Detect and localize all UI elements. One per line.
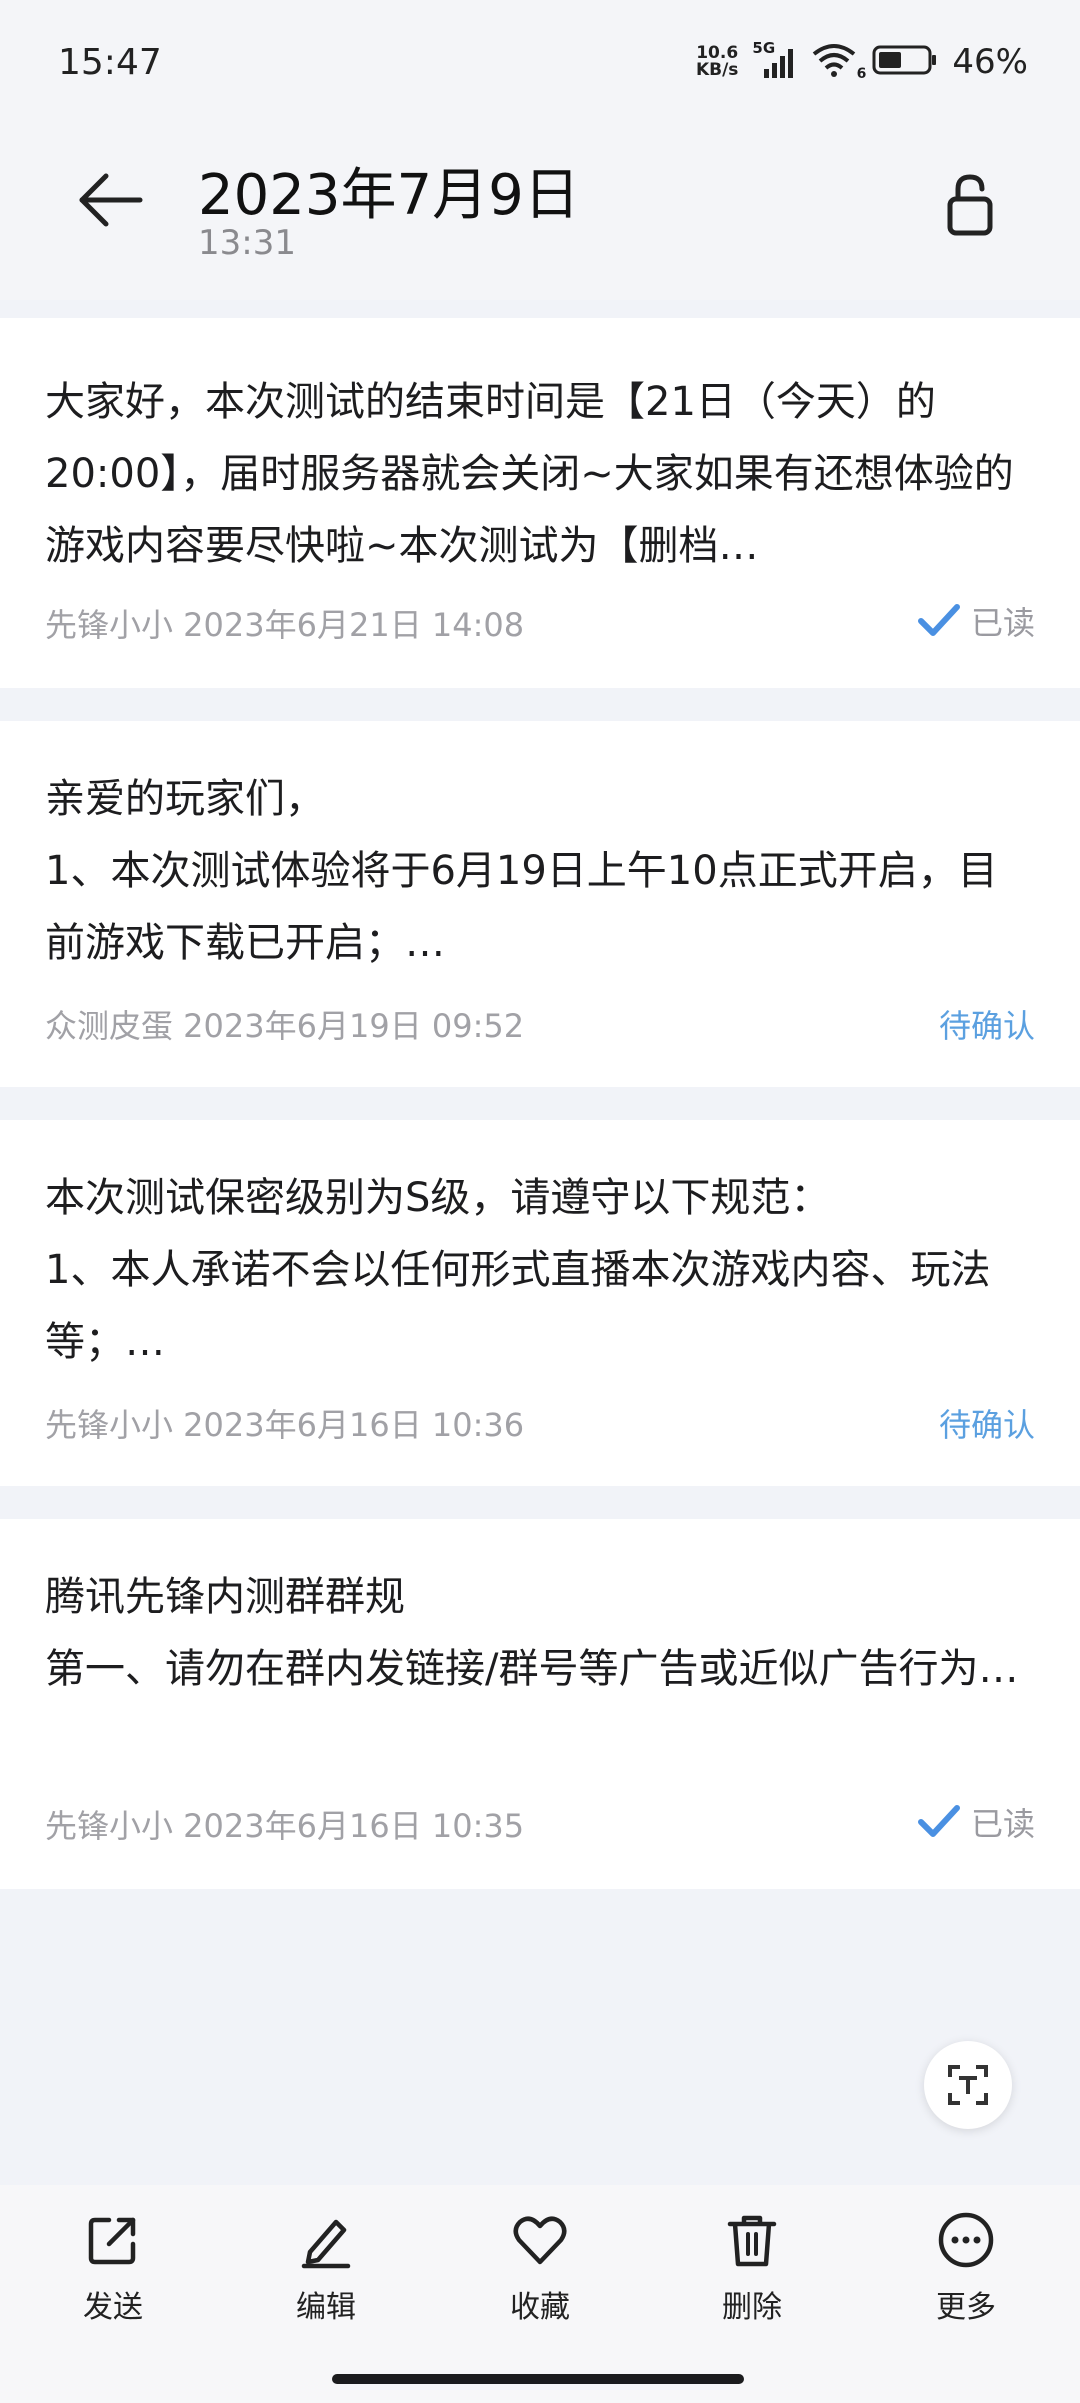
check-icon — [917, 604, 960, 636]
more-icon — [938, 2212, 994, 2268]
message-card[interactable]: 腾讯先锋内测群群规 第一、请勿在群内发链接/群号等广告或近似广告行为… 先锋小小… — [0, 1519, 1080, 1889]
message-status: 待确认 — [939, 1001, 1035, 1047]
message-sender-date: 先锋小小 2023年6月16日 10:35 — [45, 1807, 525, 1845]
wifi-badge: 6 — [856, 66, 867, 82]
message-text: 本次测试保密级别为S级，请遵守以下规范： 1、本人承诺不会以任何形式直播本次游戏… — [45, 1162, 1035, 1378]
arrow-left-icon — [79, 173, 143, 227]
cell-signal-icon: 5G — [752, 39, 796, 79]
message-card[interactable]: 亲爱的玩家们， 1、本次测试体验将于6月19日上午10点正式开启，目前游戏下载已… — [0, 721, 1080, 1087]
message-line: 第一、请勿在群内发链接/群号等广告或近似广告行为… — [45, 1646, 1019, 1692]
favorite-label: 收藏 — [510, 2290, 570, 2325]
message-status: 已读 — [917, 1799, 1035, 1845]
delete-label: 删除 — [722, 2290, 782, 2325]
message-text: 腾讯先锋内测群群规 第一、请勿在群内发链接/群号等广告或近似广告行为… — [45, 1561, 1035, 1705]
message-card[interactable]: 本次测试保密级别为S级，请遵守以下规范： 1、本人承诺不会以任何形式直播本次游戏… — [0, 1120, 1080, 1486]
battery-icon — [872, 44, 938, 80]
send-label: 发送 — [83, 2290, 143, 2325]
message-status: 已读 — [917, 598, 1035, 644]
message-text: 亲爱的玩家们， 1、本次测试体验将于6月19日上午10点正式开启，目前游戏下载已… — [45, 763, 1035, 979]
message-line: 腾讯先锋内测群群规 — [45, 1574, 405, 1620]
more-button[interactable]: 更多 — [896, 2210, 1036, 2326]
message-card[interactable]: 大家好，本次测试的结束时间是【21日（今天）的20:00】，届时服务器就会关闭~… — [0, 318, 1080, 688]
status-icons: 10.6 KB/s 5G 6 46% — [696, 39, 1028, 82]
message-sender-date: 先锋小小 2023年6月21日 14:08 — [45, 606, 525, 644]
message-status-label: 待确认 — [938, 1406, 1035, 1444]
wifi-icon: 6 — [810, 42, 866, 82]
status-bar: 15:47 10.6 KB/s 5G 6 46% — [0, 0, 1080, 130]
lock-button[interactable] — [930, 165, 1010, 245]
battery-level: 46% — [952, 42, 1028, 82]
bottom-toolbar: 发送 编辑 收藏 删除 更多 — [0, 2185, 1080, 2403]
page-subtitle: 13:31 — [198, 223, 296, 263]
text-scan-button[interactable] — [924, 2041, 1012, 2129]
net-speed: 10.6 KB/s — [696, 45, 738, 79]
page-title: 2023年7月9日 — [198, 163, 580, 228]
text-scan-icon — [948, 2065, 988, 2105]
message-line: 亲爱的玩家们， — [45, 776, 325, 822]
message-sender-date: 先锋小小 2023年6月16日 10:36 — [45, 1406, 525, 1444]
message-status-label: 已读 — [970, 1805, 1035, 1843]
status-time: 15:47 — [58, 42, 162, 83]
message-status-label: 待确认 — [938, 1007, 1035, 1045]
message-text: 大家好，本次测试的结束时间是【21日（今天）的20:00】，届时服务器就会关闭~… — [45, 379, 1014, 569]
pencil-icon — [301, 2219, 351, 2269]
message-status: 待确认 — [939, 1400, 1035, 1446]
delete-button[interactable]: 删除 — [682, 2210, 822, 2326]
favorite-button[interactable]: 收藏 — [470, 2210, 610, 2326]
share-icon — [88, 2217, 136, 2265]
message-sender-date: 众测皮蛋 2023年6月19日 09:52 — [45, 1007, 525, 1045]
check-icon — [917, 1805, 960, 1837]
edit-label: 编辑 — [296, 2290, 356, 2325]
header: 2023年7月9日 13:31 — [0, 130, 1080, 300]
send-button[interactable]: 发送 — [43, 2210, 183, 2326]
net-speed-unit: KB/s — [695, 60, 739, 80]
message-status-label: 已读 — [970, 604, 1035, 642]
message-line: 1、本次测试体验将于6月19日上午10点正式开启，目前游戏下载已开启；… — [45, 848, 998, 966]
unlock-icon — [947, 174, 993, 236]
heart-icon — [513, 2216, 567, 2265]
network-type: 5G — [752, 39, 776, 57]
edit-button[interactable]: 编辑 — [256, 2210, 396, 2326]
back-button[interactable] — [72, 160, 152, 240]
message-line: 1、本人承诺不会以任何形式直播本次游戏内容、玩法等；… — [45, 1247, 991, 1365]
more-label: 更多 — [936, 2290, 996, 2325]
message-line: 本次测试保密级别为S级，请遵守以下规范： — [45, 1175, 831, 1221]
home-indicator[interactable] — [332, 2374, 744, 2384]
trash-icon — [727, 2215, 777, 2267]
